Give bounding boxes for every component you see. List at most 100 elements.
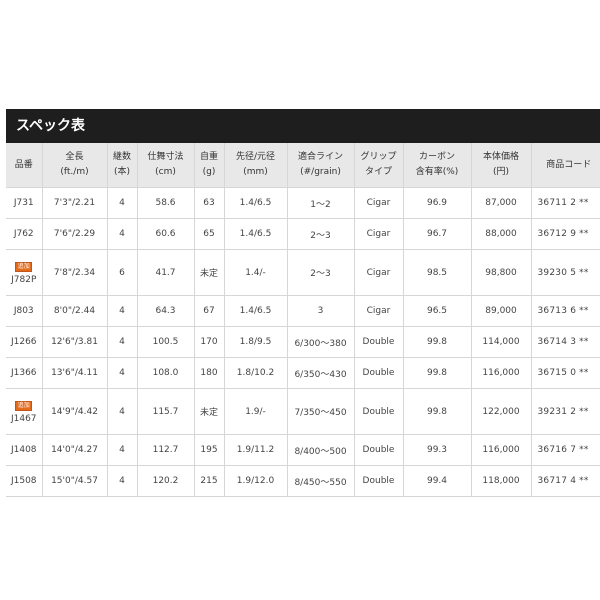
table-cell: 7'8"/2.34: [41, 249, 107, 296]
column-header: 商品コード: [530, 143, 600, 188]
column-header-label: 商品コード: [546, 159, 592, 170]
column-header: 品番: [6, 143, 42, 188]
table-cell: 4: [106, 326, 137, 358]
table-cell: 39230 5 **: [530, 249, 600, 296]
table-cell: Cigar: [353, 249, 403, 296]
column-header-label: 先径/元径: [235, 152, 276, 162]
table-cell: 122,000: [470, 388, 531, 435]
column-header-label: 仕舞寸法: [147, 152, 184, 162]
new-badge: 追加: [15, 400, 33, 411]
table-cell: 36716 7 **: [530, 434, 600, 466]
column-header-label: (mm): [243, 167, 268, 177]
table-cell: 99.8: [402, 326, 471, 358]
table-cell: 追加 J782P: [6, 249, 42, 296]
spec-table: 品番 全長 (ft./m) 継数 (本) 仕舞寸法 (cm) 自重 (g) 先径/元径 (mm) 適合…: [6, 143, 600, 497]
table-cell: 8/400〜500: [286, 434, 354, 466]
table-cell: 36715 0 **: [530, 357, 600, 389]
table-cell: Double: [353, 434, 403, 466]
table-cell: 7'3"/2.21: [41, 187, 107, 219]
table-cell: 99.3: [402, 434, 471, 466]
column-header-label: 自重: [199, 152, 218, 162]
table-cell: 12'6"/3.81: [41, 326, 107, 358]
column-header-label: (#/grain): [300, 167, 341, 177]
table-cell: 7'6"/2.29: [41, 218, 107, 250]
table-cell: J1408: [6, 434, 42, 466]
table-cell: 88,000: [470, 218, 531, 250]
table-cell: 8'0"/2.44: [41, 295, 107, 327]
column-header: カーボン 含有率(%): [402, 143, 471, 188]
table-cell: 120.2: [136, 465, 194, 497]
table-cell: 108.0: [136, 357, 194, 389]
table-cell: 116,000: [470, 434, 531, 466]
spec-panel: スペック表 品番 全長 (ft./m) 継数 (本) 仕舞寸法 (cm) 自重 (g) 先径/元径…: [6, 109, 600, 497]
spec-table-header-row: 品番 全長 (ft./m) 継数 (本) 仕舞寸法 (cm) 自重 (g) 先径/元径 (mm) 適合…: [6, 143, 600, 188]
table-cell: 112.7: [136, 434, 194, 466]
table-row: J731 7'3"/2.21 4 58.6 63 1.4/6.5 1〜2 Cigar 96.9 8…: [6, 187, 600, 219]
table-cell: 13'6"/4.11: [41, 357, 107, 389]
column-header-label: 適合ライン: [297, 152, 343, 162]
table-cell: 4: [106, 187, 137, 219]
column-header-label: 品番: [14, 159, 33, 170]
table-cell: 1.8/9.5: [223, 326, 287, 358]
table-cell: 96.5: [402, 295, 471, 327]
table-cell: 1.4/6.5: [223, 187, 287, 219]
column-header-label: 本体価格: [482, 152, 519, 162]
table-cell: 89,000: [470, 295, 531, 327]
table-cell: 1.4/6.5: [223, 218, 287, 250]
table-cell: Double: [353, 465, 403, 497]
table-cell: J1266: [6, 326, 42, 358]
table-cell: 6/350〜430: [286, 357, 354, 389]
column-header-label: グリップ: [360, 152, 397, 162]
table-cell: Cigar: [353, 295, 403, 327]
table-cell: 215: [193, 465, 224, 497]
table-cell: 8/450〜550: [286, 465, 354, 497]
table-cell: J1508: [6, 465, 42, 497]
table-cell: 116,000: [470, 357, 531, 389]
table-cell: 1.9/11.2: [223, 434, 287, 466]
column-header-label: タイプ: [364, 167, 392, 177]
table-cell: 4: [106, 388, 137, 435]
table-cell: 4: [106, 295, 137, 327]
table-cell: Double: [353, 388, 403, 435]
column-header: 継数 (本): [106, 143, 137, 188]
table-cell: 36713 6 **: [530, 295, 600, 327]
column-header: 本体価格 (円): [470, 143, 531, 188]
table-row: J1266 12'6"/3.81 4 100.5 170 1.8/9.5 6/300〜380…: [6, 326, 600, 358]
table-cell: 4: [106, 218, 137, 250]
table-cell: 60.6: [136, 218, 194, 250]
column-header: 自重 (g): [193, 143, 224, 188]
table-cell: 114,000: [470, 326, 531, 358]
table-cell: 1.4/6.5: [223, 295, 287, 327]
table-cell: 6: [106, 249, 137, 296]
table-cell: 4: [106, 357, 137, 389]
new-badge: 追加: [15, 261, 33, 272]
table-row: J762 7'6"/2.29 4 60.6 65 1.4/6.5 2〜3 Cigar 96.7 8…: [6, 218, 600, 250]
table-cell: 2〜3: [286, 218, 354, 250]
column-header: 先径/元径 (mm): [223, 143, 287, 188]
table-cell: 1.9/12.0: [223, 465, 287, 497]
table-cell: 追加 J1467: [6, 388, 42, 435]
column-header: グリップ タイプ: [353, 143, 403, 188]
table-row: 追加 J782P 7'8"/2.34 6 41.7 未定 1.4/- 2〜3 Cigar 98.5…: [6, 249, 600, 296]
table-cell: 100.5: [136, 326, 194, 358]
table-cell: 1.4/-: [223, 249, 287, 296]
table-cell: 1.9/-: [223, 388, 287, 435]
table-cell: 7/350〜450: [286, 388, 354, 435]
table-row: J803 8'0"/2.44 4 64.3 67 1.4/6.5 3 Cigar 96.5 89,…: [6, 295, 600, 327]
table-cell: Cigar: [353, 218, 403, 250]
table-row: J1408 14'0"/4.27 4 112.7 195 1.9/11.2 8/400〜50…: [6, 434, 600, 466]
column-header-label: (cm): [155, 167, 176, 177]
table-cell: Double: [353, 326, 403, 358]
column-header-label: 全長: [65, 152, 84, 162]
table-cell: J731: [6, 187, 42, 219]
table-cell: 67: [193, 295, 224, 327]
table-cell: 14'0"/4.27: [41, 434, 107, 466]
table-cell: 2〜3: [286, 249, 354, 296]
table-cell: 96.9: [402, 187, 471, 219]
table-cell: J803: [6, 295, 42, 327]
table-cell: 63: [193, 187, 224, 219]
table-cell: J762: [6, 218, 42, 250]
table-cell: 6/300〜380: [286, 326, 354, 358]
table-cell: 195: [193, 434, 224, 466]
column-header-label: (本): [113, 167, 131, 177]
